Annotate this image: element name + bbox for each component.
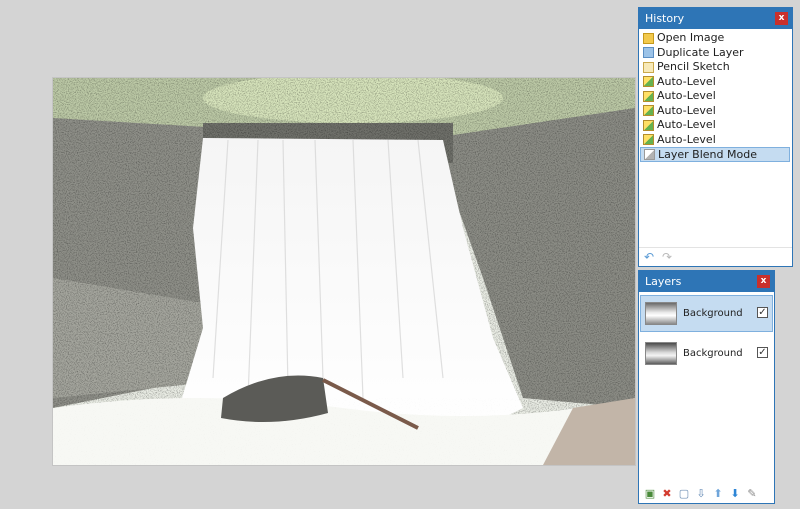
duplicate-layer-icon[interactable]: ▢ (677, 487, 691, 501)
pencil-sketch-icon (643, 61, 654, 73)
auto-level-icon (643, 119, 654, 131)
undo-icon[interactable]: ↶ (642, 250, 656, 264)
delete-layer-icon[interactable]: ✖ (660, 487, 674, 501)
history-item-duplicate-layer[interactable]: Duplicate Layer (640, 46, 790, 61)
redo-icon[interactable]: ↷ (660, 250, 674, 264)
layer-visibility-checkbox[interactable]: ✓ (757, 307, 768, 318)
layers-title-bar[interactable]: Layers x (639, 271, 774, 292)
history-item-label: Pencil Sketch (657, 60, 730, 74)
history-item-label: Layer Blend Mode (658, 147, 757, 161)
history-item-label: Auto-Level (657, 118, 716, 132)
history-title-bar[interactable]: History x (639, 8, 792, 29)
open-image-icon (643, 32, 654, 44)
move-layer-up-icon[interactable]: ⬆ (711, 487, 725, 501)
history-item-auto-level[interactable]: Auto-Level (640, 104, 790, 119)
history-panel: History x Open Image Duplicate Layer Pen… (638, 7, 793, 267)
history-item-label: Auto-Level (657, 74, 716, 88)
history-item-label: Duplicate Layer (657, 45, 744, 59)
history-item-open-image[interactable]: Open Image (640, 31, 790, 46)
auto-level-icon (643, 90, 654, 102)
layer-thumbnail (645, 342, 677, 365)
layers-panel: Layers x Background ✓ Background ✓ ▣ ✖ ▢… (638, 270, 775, 504)
merge-layer-down-icon[interactable]: ⇩ (694, 487, 708, 501)
add-layer-icon[interactable]: ▣ (643, 487, 657, 501)
history-item-auto-level[interactable]: Auto-Level (640, 89, 790, 104)
layer-properties-icon[interactable]: ✎ (745, 487, 759, 501)
layers-close-button[interactable]: x (757, 275, 770, 288)
layers-toolbar: ▣ ✖ ▢ ⇩ ⬆ ⬇ ✎ (639, 485, 774, 503)
duplicate-layer-icon (643, 47, 654, 59)
history-item-label: Auto-Level (657, 89, 716, 103)
history-item-auto-level[interactable]: Auto-Level (640, 133, 790, 148)
history-item-pencil-sketch[interactable]: Pencil Sketch (640, 60, 790, 75)
history-item-auto-level[interactable]: Auto-Level (640, 75, 790, 90)
layer-name: Background (683, 348, 743, 359)
layer-name: Background (683, 308, 743, 319)
history-list: Open Image Duplicate Layer Pencil Sketch… (639, 29, 792, 162)
history-item-layer-blend-mode[interactable]: Layer Blend Mode (640, 147, 790, 162)
layers-title: Layers (645, 275, 682, 288)
history-item-label: Auto-Level (657, 132, 716, 146)
layer-row[interactable]: Background ✓ (640, 335, 773, 372)
auto-level-icon (643, 134, 654, 146)
history-close-button[interactable]: x (775, 12, 788, 25)
image-canvas[interactable] (53, 78, 635, 465)
blend-mode-icon (644, 149, 655, 160)
layer-row[interactable]: Background ✓ (640, 295, 773, 332)
history-title: History (645, 12, 685, 25)
auto-level-icon (643, 105, 654, 117)
history-toolbar: ↶ ↷ (639, 247, 792, 266)
history-item-label: Auto-Level (657, 103, 716, 117)
auto-level-icon (643, 76, 654, 88)
move-layer-down-icon[interactable]: ⬇ (728, 487, 742, 501)
layer-thumbnail (645, 302, 677, 325)
layer-visibility-checkbox[interactable]: ✓ (757, 347, 768, 358)
history-item-label: Open Image (657, 31, 725, 45)
waterfall-image (53, 78, 635, 465)
history-item-auto-level[interactable]: Auto-Level (640, 118, 790, 133)
